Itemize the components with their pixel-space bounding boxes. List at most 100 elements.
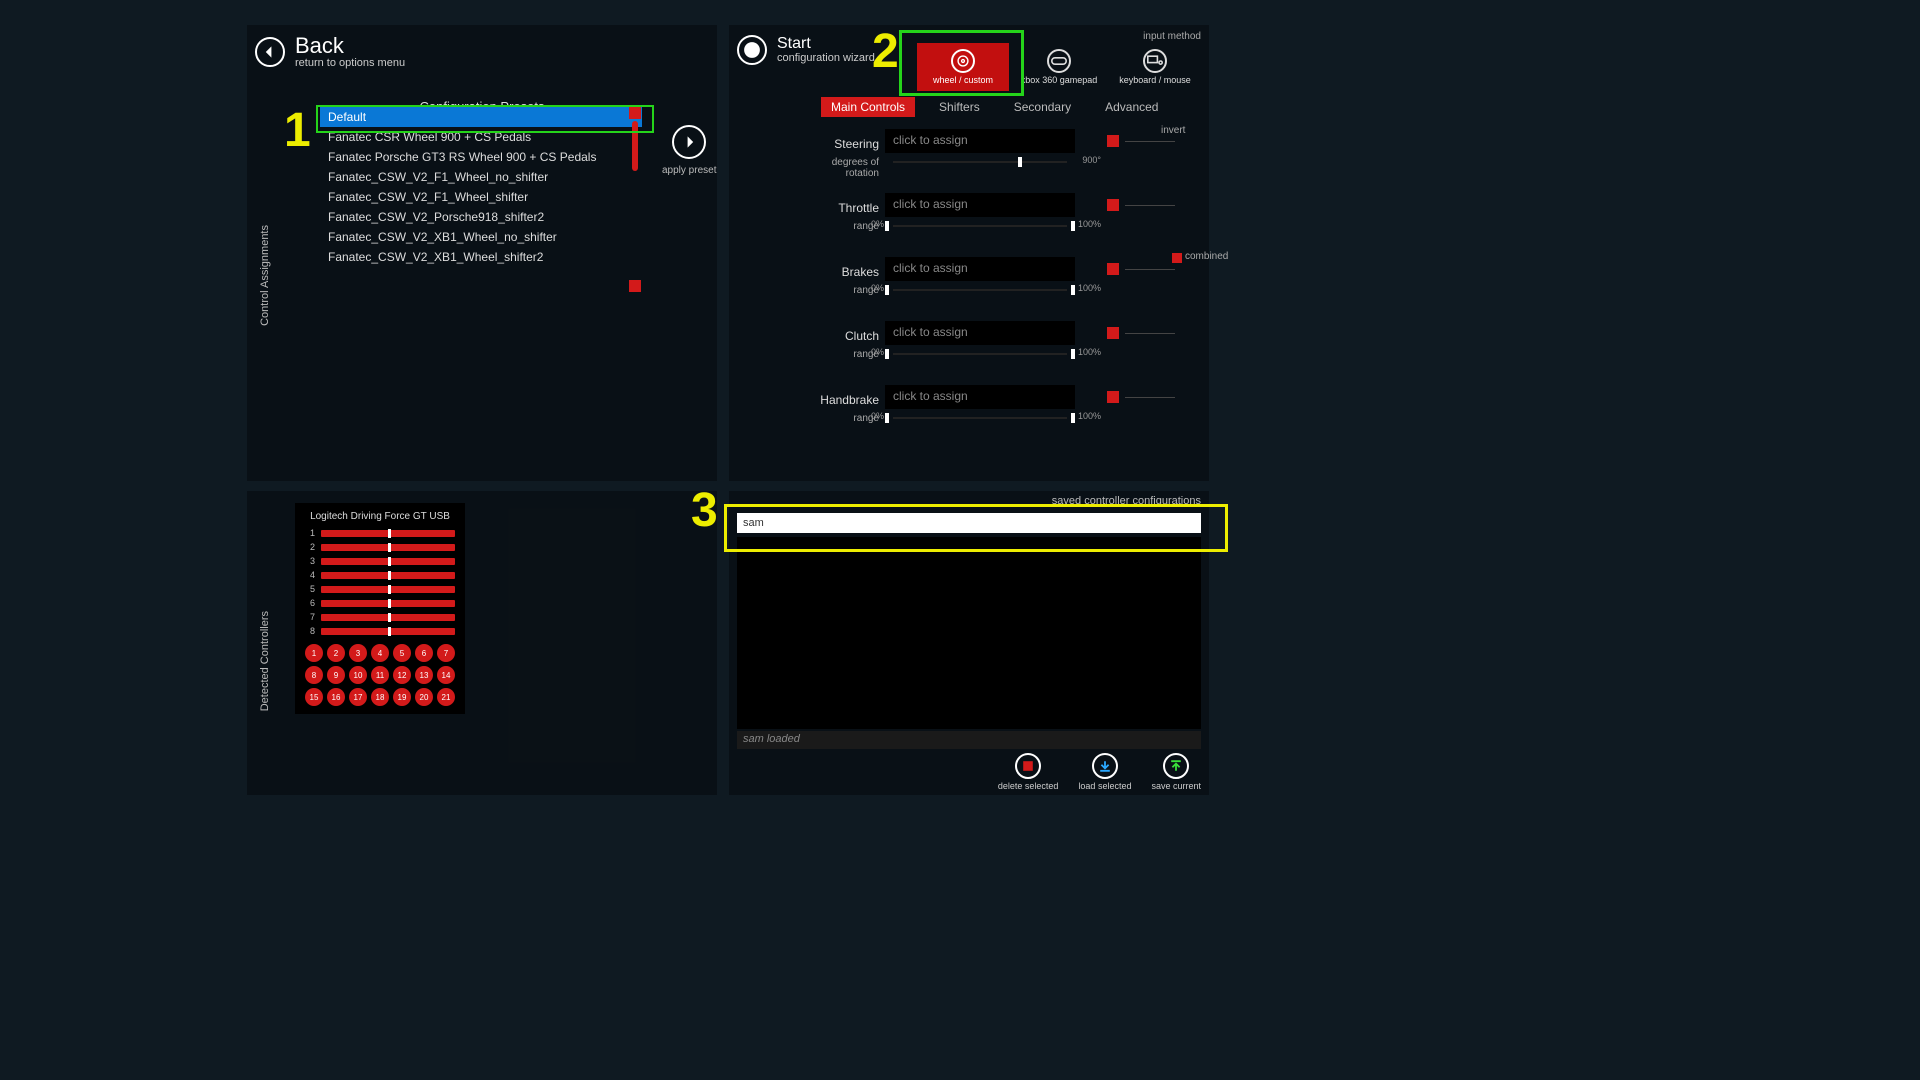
control-label: Clutch [789, 329, 879, 343]
saved-status: sam loaded [737, 731, 1201, 749]
axis-bar [321, 558, 455, 565]
input-method-keyboard-mouse[interactable]: keyboard / mouse [1109, 43, 1201, 91]
save-current-button[interactable]: save current [1151, 753, 1201, 791]
preset-item[interactable]: Fanatec_CSW_V2_XB1_Wheel_shifter2 [320, 247, 642, 267]
axis-bar [321, 530, 455, 537]
back-button[interactable]: Back return to options menu [247, 25, 717, 79]
saved-configs-panel: saved controller configurations sam load… [729, 491, 1209, 795]
delete-icon [1015, 753, 1041, 779]
controller-button: 21 [437, 688, 455, 706]
assign-input[interactable]: click to assign [885, 385, 1075, 409]
controller-button: 12 [393, 666, 411, 684]
controller-button: 1 [305, 644, 323, 662]
preset-scrollbar[interactable] [629, 107, 641, 292]
axis-row: 4 [305, 570, 455, 580]
tab-secondary[interactable]: Secondary [1004, 97, 1081, 117]
steering-wheel-icon [737, 35, 767, 65]
preset-item[interactable]: Default [320, 107, 642, 127]
preset-item[interactable]: Fanatec CSR Wheel 900 + CS Pedals [320, 127, 642, 147]
tab-shifters[interactable]: Shifters [929, 97, 990, 117]
load-selected-button[interactable]: load selected [1078, 753, 1131, 791]
axis-row: 3 [305, 556, 455, 566]
range-slider[interactable]: 0%100% [885, 413, 1075, 423]
control-assignments-label: Control Assignments [259, 225, 271, 326]
controller-button: 17 [349, 688, 367, 706]
preset-item[interactable]: Fanatec Porsche GT3 RS Wheel 900 + CS Pe… [320, 147, 642, 167]
tab-main-controls[interactable]: Main Controls [821, 97, 915, 117]
axis-row: 7 [305, 612, 455, 622]
assign-input[interactable]: click to assign [885, 257, 1075, 281]
control-brakes: Brakes click to assign range 0%100% [789, 257, 1194, 321]
invert-checkbox[interactable] [1107, 327, 1119, 339]
back-title: Back [295, 35, 405, 57]
scroll-up-icon[interactable] [629, 107, 641, 119]
preset-item[interactable]: Fanatec_CSW_V2_XB1_Wheel_no_shifter [320, 227, 642, 247]
input-method-label: input method [1143, 31, 1201, 42]
controller-button: 5 [393, 644, 411, 662]
apply-arrow-icon [672, 125, 706, 159]
config-name-input[interactable] [737, 513, 1201, 533]
range-slider[interactable]: 0%100% [885, 349, 1075, 359]
control-label: Throttle [789, 201, 879, 215]
input-method-row: wheel / customxbox 360 gamepadkeyboard /… [917, 43, 1201, 91]
control-label: Brakes [789, 265, 879, 279]
controller-button: 9 [327, 666, 345, 684]
axis-bar [321, 614, 455, 621]
save-icon [1163, 753, 1189, 779]
controller-button: 6 [415, 644, 433, 662]
preset-item[interactable]: Fanatec_CSW_V2_F1_Wheel_shifter [320, 187, 642, 207]
preset-item[interactable]: Fanatec_CSW_V2_Porsche918_shifter2 [320, 207, 642, 227]
axis-row: 6 [305, 598, 455, 608]
controller-button: 4 [371, 644, 389, 662]
control-sublabel: range [819, 285, 879, 296]
invert-checkbox[interactable] [1107, 135, 1119, 147]
preset-item[interactable]: Fanatec_CSW_V2_F1_Wheel_no_shifter [320, 167, 642, 187]
control-sublabel: range [819, 349, 879, 360]
tab-advanced[interactable]: Advanced [1095, 97, 1168, 117]
controller-button: 19 [393, 688, 411, 706]
range-slider[interactable]: 900° [885, 157, 1075, 167]
scroll-thumb[interactable] [632, 121, 638, 171]
range-slider[interactable]: 0%100% [885, 221, 1075, 231]
saved-list[interactable] [737, 537, 1201, 729]
assign-input[interactable]: click to assign [885, 129, 1075, 153]
scroll-down-icon[interactable] [629, 280, 641, 292]
axis-row: 2 [305, 542, 455, 552]
invert-checkbox[interactable] [1107, 263, 1119, 275]
controller-button: 16 [327, 688, 345, 706]
controller-button: 14 [437, 666, 455, 684]
controller-button: 7 [437, 644, 455, 662]
controller-button: 10 [349, 666, 367, 684]
axis-row: 5 [305, 584, 455, 594]
assign-input[interactable]: click to assign [885, 321, 1075, 345]
range-slider[interactable]: 0%100% [885, 285, 1075, 295]
controller-button: 13 [415, 666, 433, 684]
apply-preset-button[interactable]: apply preset [662, 125, 716, 176]
preset-list[interactable]: DefaultFanatec CSR Wheel 900 + CS Pedals… [320, 107, 642, 292]
invert-checkbox[interactable] [1107, 199, 1119, 211]
control-sublabel: range [819, 221, 879, 232]
input-method-wheel-custom[interactable]: wheel / custom [917, 43, 1009, 91]
load-icon [1092, 753, 1118, 779]
input-method-icon [1143, 49, 1167, 73]
input-method-xbox-360-gamepad[interactable]: xbox 360 gamepad [1013, 43, 1105, 91]
delete-selected-button[interactable]: delete selected [998, 753, 1059, 791]
controller-name: Logitech Driving Force GT USB [305, 511, 455, 522]
controller-button: 8 [305, 666, 323, 684]
controller-button: 3 [349, 644, 367, 662]
assign-input[interactable]: click to assign [885, 193, 1075, 217]
input-method-icon [951, 49, 975, 73]
invert-checkbox[interactable] [1107, 391, 1119, 403]
input-method-icon [1047, 49, 1071, 73]
back-arrow-icon [255, 37, 285, 67]
controller-button: 20 [415, 688, 433, 706]
saved-title: saved controller configurations [1052, 495, 1201, 507]
apply-label: apply preset [662, 165, 716, 176]
control-label: Handbrake [789, 393, 879, 407]
control-steering: Steering click to assign degrees of rotati… [789, 129, 1194, 193]
control-sublabel: degrees of rotation [819, 157, 879, 179]
control-handbrake: Handbrakeclick to assignrange0%100% [789, 385, 1194, 449]
detected-controllers-label: Detected Controllers [259, 611, 271, 711]
control-label: Steering [789, 137, 879, 151]
controller-button: 18 [371, 688, 389, 706]
